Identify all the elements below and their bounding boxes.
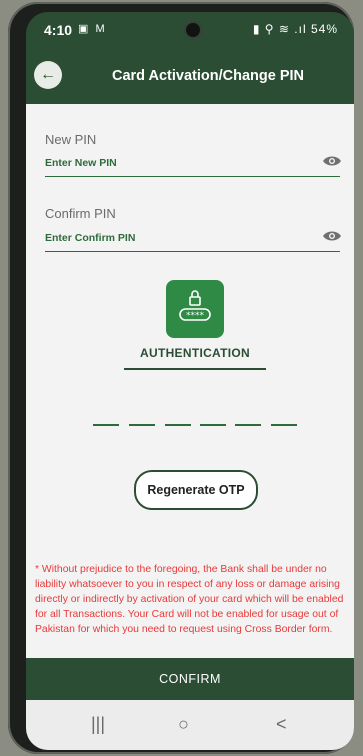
battery-level: 54% [310,22,338,36]
otp-input[interactable] [93,424,303,430]
signal-icons: ▮ ⚲ ≋ .ıl [252,22,307,36]
confirm-pin-label: Confirm PIN [45,206,116,221]
camera-cutout [186,23,200,37]
recents-icon[interactable]: ||| [91,714,105,735]
app-screen: 4:10 ▣ M ▮ ⚲ ≋ .ıl 54% ← Card Activation… [26,12,354,750]
otp-slot[interactable] [235,424,261,426]
arrow-left-icon: ← [40,66,56,83]
status-time: 4:10 [44,22,73,38]
page-title: Card Activation/Change PIN [111,68,305,84]
regenerate-otp-button[interactable]: Regenerate OTP [134,470,258,510]
confirm-pin-input[interactable]: Enter Confirm PIN [45,229,342,252]
notification-icons: ▣ M [78,23,107,35]
otp-slot[interactable] [165,424,191,426]
otp-slot[interactable] [93,424,119,426]
system-status-icons: ▮ ⚲ ≋ .ıl 54% [253,22,338,36]
otp-slot[interactable] [129,424,155,426]
nav-back-icon[interactable]: < [276,714,287,735]
lock-pin-icon: **** [166,280,224,338]
new-pin-placeholder: Enter New PIN [45,157,117,169]
home-icon[interactable]: ○ [178,714,189,735]
authentication-title: AUTHENTICATION [124,346,266,370]
status-bar: 4:10 ▣ M ▮ ⚲ ≋ .ıl 54% [26,12,354,46]
otp-slot[interactable] [200,424,226,426]
otp-slot[interactable] [271,424,297,426]
new-pin-label: New PIN [45,132,97,147]
eye-icon[interactable] [322,154,342,168]
disclaimer-text: * Without prejudice to the foregoing, th… [35,564,344,635]
eye-icon[interactable] [322,229,342,243]
confirm-button[interactable]: CONFIRM [26,658,354,700]
phone-frame: 4:10 ▣ M ▮ ⚲ ≋ .ıl 54% ← Card Activation… [8,2,354,754]
new-pin-input[interactable]: Enter New PIN [45,154,342,177]
svg-text:****: **** [186,311,205,321]
system-nav-bar: ||| ○ < [26,700,354,750]
app-bar: ← Card Activation/Change PIN [26,46,354,104]
back-button[interactable]: ← [34,61,62,89]
main-content: New PIN Enter New PIN Confirm PIN Enter … [26,104,354,658]
confirm-pin-placeholder: Enter Confirm PIN [45,232,136,244]
